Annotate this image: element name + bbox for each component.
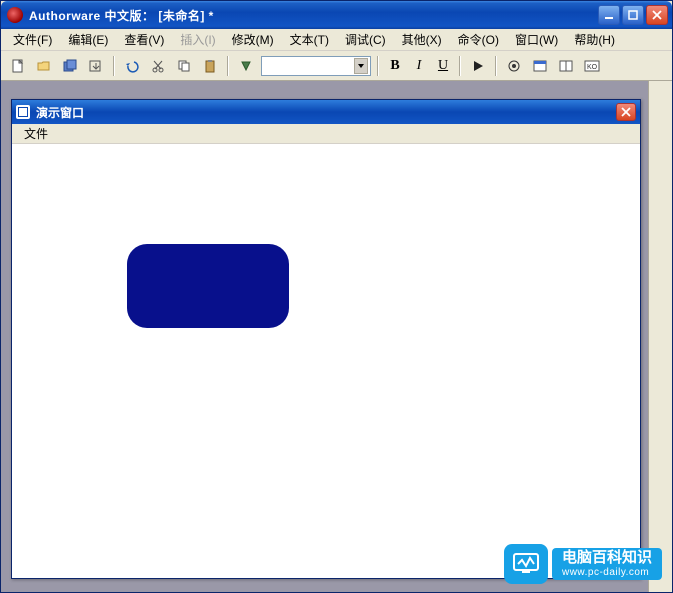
minimize-icon (604, 10, 614, 20)
open-button[interactable] (33, 55, 55, 77)
variables-button[interactable] (555, 55, 577, 77)
import-icon (88, 58, 104, 74)
toolbar-separator (459, 56, 461, 76)
app-icon (7, 7, 23, 23)
presentation-close-button[interactable] (616, 103, 636, 121)
svg-text:KO: KO (587, 64, 598, 71)
variables-window-icon (558, 58, 574, 74)
control-panel-button[interactable] (503, 55, 525, 77)
save-all-icon (62, 58, 78, 74)
toolbar-separator (227, 56, 229, 76)
toolbar: B I U KO (1, 51, 672, 81)
side-panel (648, 81, 672, 592)
cut-button[interactable] (147, 55, 169, 77)
presentation-menu-file[interactable]: 文件 (18, 124, 54, 143)
italic-button[interactable]: I (409, 58, 429, 74)
control-panel-icon (506, 58, 522, 74)
title-bar: Authorware 中文版： [未命名] * (1, 1, 672, 29)
menu-other[interactable]: 其他(X) (394, 29, 450, 50)
rounded-rectangle-shape[interactable] (127, 244, 289, 328)
minimize-button[interactable] (598, 5, 620, 25)
scissors-icon (150, 58, 166, 74)
window-title: Authorware 中文版： [未命名] * (29, 7, 598, 24)
functions-button[interactable] (529, 55, 551, 77)
underline-button[interactable]: U (433, 58, 453, 74)
new-button[interactable] (7, 55, 29, 77)
close-icon (652, 10, 662, 20)
run-button[interactable] (467, 55, 489, 77)
main-window: Authorware 中文版： [未命名] * 文件(F) 编辑(E) 查看(V… (0, 0, 673, 593)
knowledge-button[interactable]: KO (581, 55, 603, 77)
save-all-button[interactable] (59, 55, 81, 77)
font-selector[interactable] (261, 56, 371, 76)
presentation-window: 演示窗口 文件 (11, 99, 641, 579)
dropdown-arrow-icon (354, 58, 368, 74)
undo-icon (124, 58, 140, 74)
toolbar-separator (495, 56, 497, 76)
window-buttons (598, 5, 668, 25)
copy-icon (176, 58, 192, 74)
menu-view[interactable]: 查看(V) (116, 29, 172, 50)
toolbar-separator (113, 56, 115, 76)
function-window-icon (532, 58, 548, 74)
new-file-icon (10, 58, 26, 74)
menu-modify[interactable]: 修改(M) (224, 29, 282, 50)
paste-icon (202, 58, 218, 74)
menu-help[interactable]: 帮助(H) (566, 29, 623, 50)
menu-insert[interactable]: 插入(I) (172, 29, 223, 50)
bold-button[interactable]: B (385, 58, 405, 74)
import-button[interactable] (85, 55, 107, 77)
menu-bar: 文件(F) 编辑(E) 查看(V) 插入(I) 修改(M) 文本(T) 调试(C… (1, 29, 672, 51)
maximize-button[interactable] (622, 5, 644, 25)
undo-button[interactable] (121, 55, 143, 77)
copy-button[interactable] (173, 55, 195, 77)
menu-window[interactable]: 窗口(W) (507, 29, 566, 50)
find-icon (238, 58, 254, 74)
find-button[interactable] (235, 55, 257, 77)
toolbar-separator (377, 56, 379, 76)
menu-command[interactable]: 命令(O) (450, 29, 507, 50)
menu-debug[interactable]: 调试(C) (337, 29, 394, 50)
close-button[interactable] (646, 5, 668, 25)
menu-file[interactable]: 文件(F) (5, 29, 60, 50)
presentation-menu-bar: 文件 (12, 124, 640, 144)
ko-icon: KO (584, 58, 600, 74)
presentation-title-bar[interactable]: 演示窗口 (12, 100, 640, 124)
menu-text[interactable]: 文本(T) (282, 29, 337, 50)
presentation-window-icon (16, 105, 30, 119)
open-folder-icon (36, 58, 52, 74)
presentation-canvas[interactable] (12, 144, 640, 578)
play-icon (470, 58, 486, 74)
close-icon (621, 107, 631, 117)
maximize-icon (628, 10, 638, 20)
paste-button[interactable] (199, 55, 221, 77)
presentation-title: 演示窗口 (36, 104, 84, 121)
work-area: 演示窗口 文件 电脑百科知识 www.pc-daily.com (1, 81, 672, 592)
menu-edit[interactable]: 编辑(E) (60, 29, 116, 50)
